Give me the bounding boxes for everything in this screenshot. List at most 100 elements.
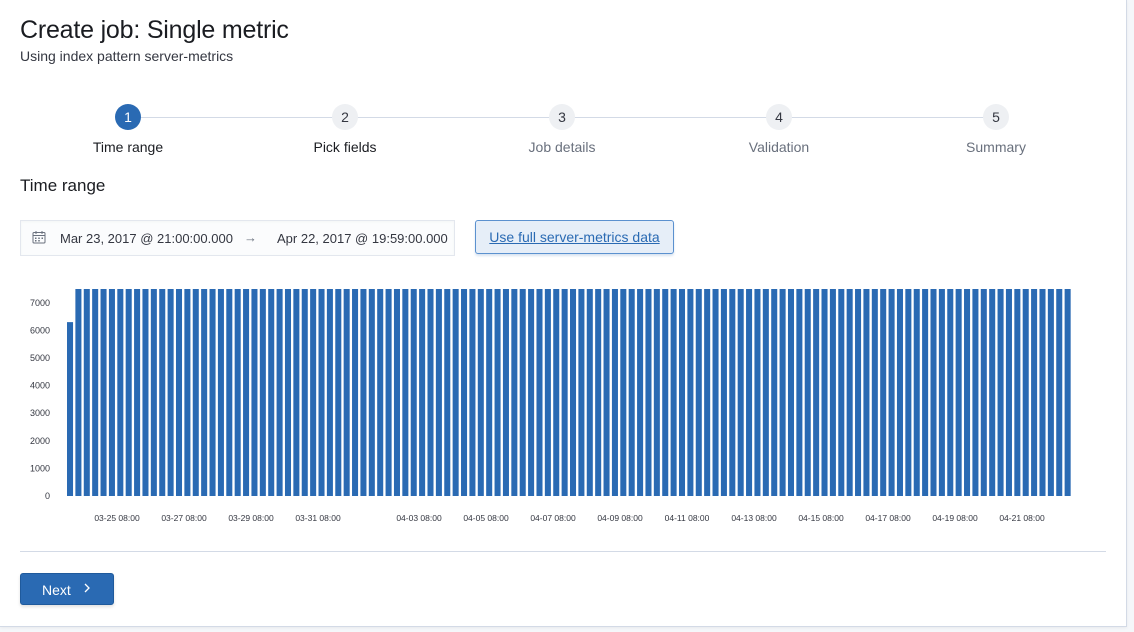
chart-bar[interactable]	[368, 289, 375, 496]
chart-bar[interactable]	[377, 289, 384, 496]
chart-bar[interactable]	[100, 289, 107, 496]
chart-bar[interactable]	[209, 289, 216, 496]
date-range-picker[interactable]: Mar 23, 2017 @ 21:00:00.000 → Apr 22, 20…	[20, 220, 455, 256]
start-date[interactable]: Mar 23, 2017 @ 21:00:00.000	[60, 231, 233, 246]
chart-bar[interactable]	[796, 289, 803, 496]
chart-bar[interactable]	[838, 289, 845, 496]
chart-bar[interactable]	[243, 289, 250, 496]
chart-bar[interactable]	[293, 289, 300, 496]
chart-bar[interactable]	[704, 289, 711, 496]
chart-bar[interactable]	[938, 289, 945, 496]
chart-bar[interactable]	[787, 289, 795, 496]
chart-bar[interactable]	[1047, 289, 1054, 496]
chart-bar[interactable]	[695, 289, 702, 496]
chart-bar[interactable]	[259, 289, 266, 496]
chart-bar[interactable]	[729, 289, 736, 496]
chart-bar[interactable]	[1022, 289, 1029, 496]
chart-bar[interactable]	[150, 289, 157, 496]
chart-bar[interactable]	[343, 289, 350, 496]
chart-bar[interactable]	[284, 289, 292, 496]
chart-bar[interactable]	[720, 289, 727, 496]
chart-bar[interactable]	[511, 289, 518, 496]
chart-bar[interactable]	[821, 289, 828, 496]
chart-bar[interactable]	[620, 289, 627, 496]
chart-bar[interactable]	[595, 289, 602, 496]
chart-bar[interactable]	[427, 289, 434, 496]
chart-bar[interactable]	[134, 289, 141, 496]
chart-bar[interactable]	[301, 289, 308, 496]
chart-bar[interactable]	[528, 289, 535, 496]
chart-bar[interactable]	[746, 289, 753, 496]
chart-bar[interactable]	[1064, 289, 1071, 496]
step-summary[interactable]: 5 Summary	[896, 104, 1096, 155]
chart-bar[interactable]	[628, 289, 635, 496]
chart-bar[interactable]	[754, 289, 761, 496]
chart-bar[interactable]	[712, 289, 719, 496]
chart-bar[interactable]	[486, 289, 493, 496]
chart-bar[interactable]	[779, 289, 786, 496]
chart-bar[interactable]	[142, 289, 149, 496]
chart-bar[interactable]	[896, 289, 903, 496]
chart-bar[interactable]	[108, 289, 115, 496]
chart-bar[interactable]	[603, 289, 610, 496]
chart-bar[interactable]	[964, 289, 971, 496]
chart-bar[interactable]	[1056, 289, 1063, 496]
chart-bar[interactable]	[192, 289, 199, 496]
chart-bar[interactable]	[519, 289, 526, 496]
chart-bar[interactable]	[385, 289, 392, 496]
chart-bar[interactable]	[419, 289, 426, 496]
chart-bar[interactable]	[578, 289, 585, 496]
chart-bar[interactable]	[393, 289, 400, 496]
chart-bar[interactable]	[561, 289, 568, 496]
chart-bar[interactable]	[611, 289, 618, 496]
chart-bar[interactable]	[469, 289, 476, 496]
chart-bar[interactable]	[410, 289, 417, 496]
next-button[interactable]: Next	[20, 573, 114, 605]
chart-bar[interactable]	[930, 289, 937, 496]
chart-bar[interactable]	[402, 289, 409, 496]
chart-bar[interactable]	[125, 289, 132, 496]
chart-bar[interactable]	[678, 289, 686, 496]
chart-bar[interactable]	[829, 289, 836, 496]
chart-bar[interactable]	[75, 289, 82, 496]
step-job-details[interactable]: 3 Job details	[462, 104, 662, 155]
end-date[interactable]: Apr 22, 2017 @ 19:59:00.000	[277, 231, 448, 246]
step-pick-fields[interactable]: 2 Pick fields	[245, 104, 445, 155]
chart-bar[interactable]	[553, 289, 560, 496]
chart-bar[interactable]	[461, 289, 468, 496]
chart-bar[interactable]	[947, 289, 954, 496]
chart-bar[interactable]	[905, 289, 912, 496]
chart-bar[interactable]	[217, 289, 224, 496]
chart-bar[interactable]	[813, 289, 820, 496]
chart-bar[interactable]	[544, 289, 551, 496]
chart-bar[interactable]	[863, 289, 870, 496]
step-validation[interactable]: 4 Validation	[679, 104, 879, 155]
chart-bar[interactable]	[737, 289, 744, 496]
chart-bar[interactable]	[1039, 289, 1046, 496]
chart-bar[interactable]	[922, 289, 929, 496]
chart-bar[interactable]	[226, 289, 233, 496]
chart-bar[interactable]	[310, 289, 317, 496]
chart-bar[interactable]	[662, 289, 669, 496]
chart-bar[interactable]	[452, 289, 459, 496]
chart-bar[interactable]	[326, 289, 333, 496]
chart-bar[interactable]	[251, 289, 258, 496]
chart-bar[interactable]	[167, 289, 174, 496]
chart-bar[interactable]	[117, 289, 124, 496]
chart-bar[interactable]	[67, 322, 74, 496]
chart-bar[interactable]	[997, 289, 1004, 496]
chart-bar[interactable]	[83, 289, 90, 496]
chart-bar[interactable]	[955, 289, 962, 496]
chart-bar[interactable]	[913, 289, 920, 496]
chart-bar[interactable]	[670, 289, 677, 496]
chart-bar[interactable]	[444, 289, 451, 496]
chart-bar[interactable]	[1005, 289, 1012, 496]
chart-bar[interactable]	[586, 289, 593, 496]
chart-bar[interactable]	[352, 289, 359, 496]
chart-bar[interactable]	[536, 289, 543, 496]
chart-bar[interactable]	[502, 289, 509, 496]
chart-bar[interactable]	[234, 289, 241, 496]
chart-bar[interactable]	[335, 289, 342, 496]
chart-bar[interactable]	[1014, 289, 1021, 496]
chart-bar[interactable]	[989, 289, 996, 496]
